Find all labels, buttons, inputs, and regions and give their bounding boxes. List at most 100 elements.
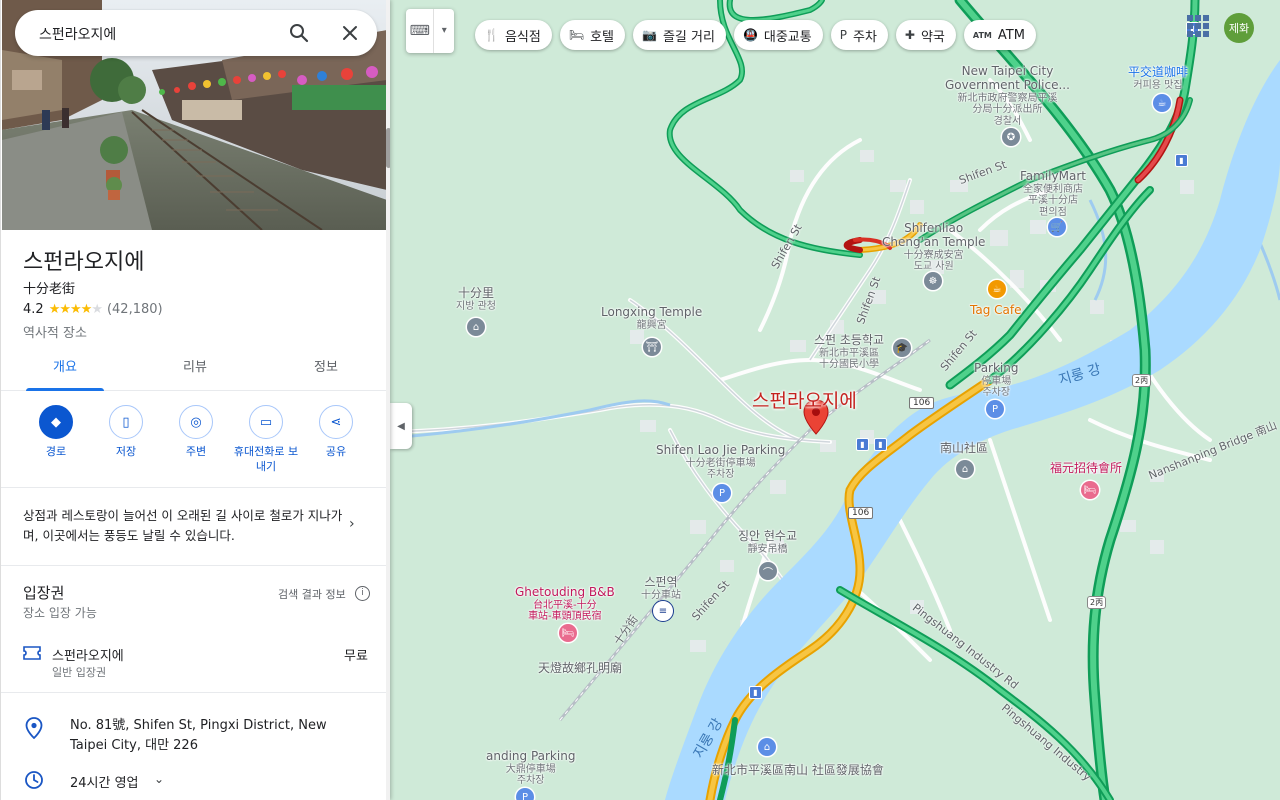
chevron-down-icon[interactable]: ⌄ — [154, 772, 164, 786]
map-label-tiandeng[interactable]: 天燈故鄉孔明廟 — [538, 661, 622, 676]
chip-camera[interactable]: 📷 즐길 거리 — [633, 20, 726, 50]
star-icon: ★ — [48, 302, 61, 317]
map-label-xianshui-bridge[interactable]: 징안 현수교 靜安吊橋 — [738, 529, 797, 555]
apps-grid-icon[interactable] — [1186, 14, 1210, 46]
search-icon[interactable] — [287, 21, 311, 45]
map-label-station[interactable]: 스펀역 十分車站 — [641, 575, 681, 601]
map-label-longxing-temple[interactable]: Longxing Temple 龍興宮 — [601, 305, 702, 331]
map-label-ghetouding-name: Ghetouding B&B — [515, 585, 615, 599]
star-icon: ★ — [59, 302, 71, 317]
map-label-ghetouding-sub: 台北平溪-十分 車站-車頭頂民宿 — [528, 599, 602, 623]
bus-stop-icon[interactable]: ▮ — [874, 438, 887, 451]
map-label-cafe-top[interactable]: 平交道咖啡 커피용 맛집 — [1128, 65, 1188, 91]
parking-icon[interactable]: P — [986, 400, 1004, 418]
map-label-family-mart[interactable]: FamilyMart 全家便利商店 平溪十分店 편의점 — [1020, 169, 1086, 218]
keyboard-shortcuts-button[interactable]: ⌨ ▾ — [406, 9, 454, 53]
government-office-icon[interactable]: ⌂ — [467, 318, 485, 336]
chip-pharmacy[interactable]: ✚ 약국 — [895, 20, 956, 50]
map-label-fuyuan[interactable]: 福元招待會所 — [1050, 461, 1122, 476]
place-description[interactable]: 상점과 레스토랑이 늘어선 이 오래된 길 사이로 철로가 지나가며, 이곳에서… — [23, 506, 343, 546]
nearby-icon: ◎ — [179, 405, 213, 439]
map-label-chengan-temple[interactable]: Shifenliao Cheng'an Temple 十分寮成安宮 도교 사원 — [882, 221, 985, 273]
transit-icon: 🚇 — [742, 28, 758, 42]
tab-about[interactable]: 정보 — [287, 350, 365, 390]
close-icon[interactable] — [338, 21, 362, 45]
temple-icon[interactable]: ☸ — [924, 272, 942, 290]
longxing-temple-icon[interactable]: ⛩ — [643, 338, 661, 356]
hotel-icon: 🛏 — [568, 28, 585, 42]
share-button[interactable]: ⋖ 공유 — [301, 405, 371, 460]
share-label: 공유 — [325, 445, 347, 458]
collapse-panel-button[interactable]: ◀ — [390, 403, 412, 449]
nanshan-community-icon[interactable]: ⌂ — [956, 460, 974, 478]
chip-label: 주차 — [852, 29, 877, 45]
account-avatar[interactable]: 제화 — [1224, 13, 1254, 43]
chip-restaurant[interactable]: 🍴 음식점 — [475, 20, 552, 50]
tab-reviews[interactable]: 리뷰 — [156, 350, 234, 390]
map-label-station-name: 스펀역 — [644, 575, 678, 589]
map-label-laojie-parking[interactable]: Shifen Lao Jie Parking 十分老街停車場 주차장 — [656, 443, 785, 481]
chip-hotel[interactable]: 🛏 호텔 — [559, 20, 625, 50]
cafe-icon[interactable]: ☕ — [1153, 94, 1171, 112]
atm-icon: ATM — [972, 30, 992, 40]
chevron-right-icon[interactable]: › — [349, 516, 355, 532]
map-label-longxing-sub: 龍興宮 — [636, 319, 667, 331]
panel-scrollbar[interactable] — [386, 0, 390, 800]
bnb-icon[interactable]: 🛏 — [559, 624, 577, 642]
map-label-parking-right[interactable]: Parking 停車場 주차장 — [974, 361, 1019, 399]
save-label: 저장 — [115, 445, 137, 458]
police-icon[interactable]: ✪ — [1002, 128, 1020, 146]
map-label-tag-cafe[interactable]: Tag Cafe — [970, 303, 1021, 318]
bus-stop-icon[interactable]: ▮ — [856, 438, 869, 451]
map-label-school-sub: 新北市平溪區 十分國民小學 — [819, 347, 880, 371]
map-label-school[interactable]: 스펀 초등학교 新北市平溪區 十分國民小學 — [814, 333, 884, 371]
chip-transit[interactable]: 🚇 대중교통 — [733, 20, 823, 50]
directions-icon: ◆ — [39, 405, 73, 439]
laojie-parking-icon[interactable]: P — [713, 484, 731, 502]
bus-stop-icon[interactable]: ▮ — [749, 686, 762, 699]
tab-overview[interactable]: 개요 — [26, 350, 104, 391]
place-category[interactable]: 역사적 장소 — [23, 322, 87, 341]
location-pin-icon — [25, 717, 43, 739]
scrollbar-thumb[interactable] — [386, 128, 390, 168]
train-station-icon[interactable]: ≡ — [652, 600, 674, 622]
send-to-phone-button[interactable]: ▭ 휴대전화로 보내기 — [231, 405, 301, 475]
map-label-nanshan[interactable]: 南山社區 — [940, 441, 988, 456]
map-label-shifenli[interactable]: 十分里 지방 관청 — [456, 286, 496, 312]
bus-stop-icon[interactable]: ▮ — [1175, 154, 1188, 167]
map-label-bottom-parking-name: anding Parking — [486, 749, 576, 763]
map-label-xianshui-sub: 靜安吊橋 — [747, 543, 788, 555]
place-address[interactable]: No. 81號, Shifen St, Pingxi District, New… — [70, 716, 360, 755]
convenience-store-icon[interactable]: 🛒 — [1048, 218, 1066, 236]
send-to-phone-label: 휴대전화로 보내기 — [233, 445, 299, 473]
ticket-name: 스펀라오지에 — [52, 649, 124, 664]
community-center-icon[interactable]: ⌂ — [758, 738, 776, 756]
tag-cafe-icon[interactable]: ☕ — [988, 280, 1006, 298]
directions-button[interactable]: ◆ 경로 — [21, 405, 91, 460]
place-alt-name: 十分老街 — [23, 282, 76, 297]
map-canvas[interactable]: New Taipei City Government Police... 新北市… — [390, 0, 1280, 800]
chip-parking[interactable]: P 주차 — [830, 20, 888, 50]
nearby-button[interactable]: ◎ 주변 — [161, 405, 231, 460]
save-button[interactable]: ▯ 저장 — [91, 405, 161, 460]
chip-atm[interactable]: ATM ATM — [963, 20, 1036, 50]
nearby-label: 주변 — [185, 445, 207, 458]
bridge-icon[interactable]: ⌒ — [759, 562, 777, 580]
send-to-phone-icon: ▭ — [249, 405, 283, 439]
map-label-bottom-parking[interactable]: anding Parking 大鼎停車場 주차장 — [486, 749, 576, 787]
school-icon[interactable]: 🎓 — [893, 339, 911, 357]
clock-icon — [25, 771, 43, 789]
search-results-info[interactable]: 검색 결과 정보 — [278, 586, 346, 602]
search-input[interactable] — [37, 10, 281, 58]
info-icon[interactable]: i — [355, 586, 370, 601]
directions-label: 경로 — [45, 445, 67, 458]
opening-hours[interactable]: 24시간 영업 — [70, 772, 139, 791]
place-pin-label[interactable]: 스펀라오지에 — [752, 386, 857, 413]
review-count[interactable]: (42,180) — [107, 302, 163, 317]
route-2-shield-1: 2丙 — [1132, 374, 1152, 387]
bottom-parking-icon[interactable]: P — [516, 788, 534, 800]
map-label-gov-police[interactable]: New Taipei City Government Police... 新北市… — [945, 64, 1070, 127]
map-label-bottom-dev[interactable]: 新北市平溪區南山 社區發展協會 — [712, 763, 884, 778]
map-label-ghetouding[interactable]: Ghetouding B&B 台北平溪-十分 車站-車頭頂民宿 — [515, 585, 615, 623]
lodging-icon[interactable]: 🛏 — [1081, 481, 1099, 499]
